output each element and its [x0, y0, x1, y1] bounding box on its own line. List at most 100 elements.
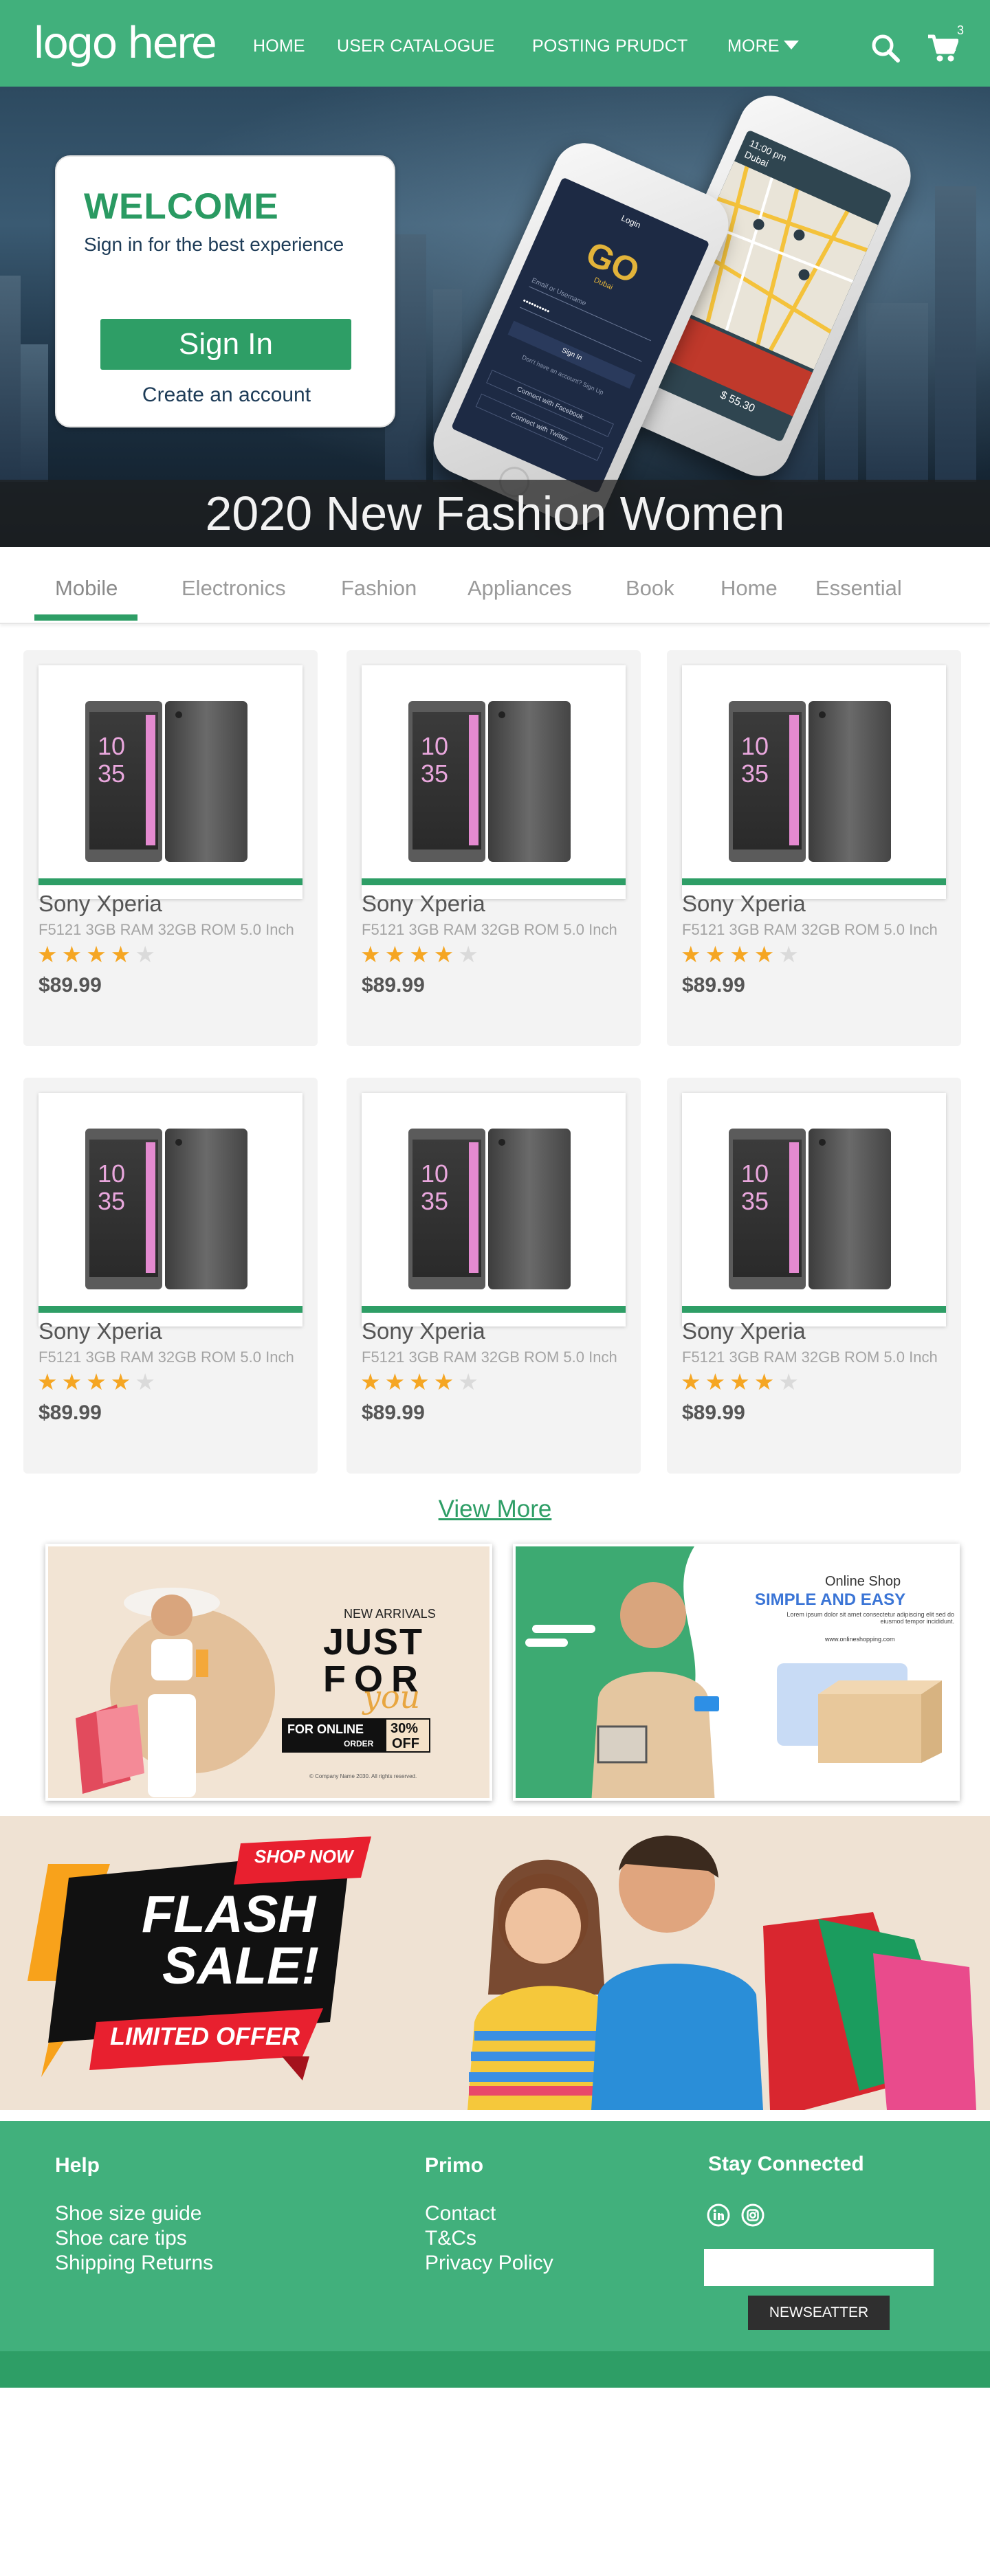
- phone-product-illustration: 10 35: [729, 1129, 891, 1289]
- star-empty-icon: ★: [458, 1369, 483, 1395]
- flash-label: FLASH: [142, 1885, 316, 1944]
- product-image: 10 35: [38, 1093, 302, 1326]
- product-rating: ★★★★★: [681, 1368, 803, 1395]
- promo-new-arrivals: NEW ARRIVALS: [344, 1607, 436, 1621]
- product-description: F5121 3GB RAM 32GB ROM 5.0 Inch: [38, 921, 294, 938]
- product-image: 10 35: [682, 1093, 946, 1326]
- product-accent-bar: [362, 1306, 626, 1313]
- create-account-link[interactable]: Create an account: [56, 384, 397, 407]
- tab-appliances[interactable]: Appliances: [468, 576, 572, 601]
- product-card[interactable]: 10 35 Sony Xperia F5121 3GB RAM 32GB ROM…: [23, 650, 318, 1046]
- clock-hour-text: 10: [98, 1159, 125, 1188]
- star-empty-icon: ★: [778, 942, 803, 967]
- site-footer: Help Shoe size guide Shoe care tips Ship…: [0, 2121, 990, 2351]
- flash-sale-banner[interactable]: SHOP NOW FLASH SALE! LIMITED OFFER: [0, 1816, 990, 2110]
- promo-banner-online-shop[interactable]: Online Shop SIMPLE AND EASY Lorem ipsum …: [513, 1544, 960, 1801]
- star-filled-icon: ★: [37, 1369, 62, 1395]
- star-filled-icon: ★: [754, 1369, 779, 1395]
- product-accent-bar: [362, 878, 626, 885]
- instagram-icon[interactable]: [741, 2203, 764, 2230]
- product-accent-bar: [682, 878, 946, 885]
- product-accent-bar: [38, 1306, 302, 1313]
- star-filled-icon: ★: [729, 942, 754, 967]
- nav-more[interactable]: MORE: [727, 36, 799, 56]
- star-filled-icon: ★: [729, 1369, 754, 1395]
- skyline-tower: [866, 303, 928, 482]
- nav-user-catalogue[interactable]: USER CATALOGUE: [337, 36, 495, 56]
- footer-link-shipping-returns[interactable]: Shipping Returns: [55, 2252, 213, 2275]
- product-card[interactable]: 10 35 Sony Xperia F5121 3GB RAM 32GB ROM…: [346, 650, 641, 1046]
- footer-bottom-bar: [0, 2351, 990, 2388]
- tab-home[interactable]: Home: [720, 576, 778, 601]
- product-description: F5121 3GB RAM 32GB ROM 5.0 Inch: [362, 921, 617, 938]
- product-card[interactable]: 10 35 Sony Xperia F5121 3GB RAM 32GB ROM…: [667, 1078, 961, 1474]
- limited-offer-label: LIMITED OFFER: [110, 2022, 300, 2050]
- tab-mobile[interactable]: Mobile: [55, 576, 118, 601]
- clock-hour-text: 10: [421, 732, 448, 760]
- product-image: 10 35: [38, 665, 302, 899]
- sign-in-button[interactable]: Sign In: [100, 319, 351, 370]
- promo-online: FOR ONLINE: [287, 1722, 364, 1736]
- footer-link-tcs[interactable]: T&Cs: [425, 2227, 476, 2250]
- star-empty-icon: ★: [778, 1369, 803, 1395]
- newsletter-button[interactable]: NEWSEATTER: [748, 2296, 890, 2330]
- happy-couple-illustration: [468, 1835, 976, 2110]
- welcome-subtitle: Sign in for the best experience: [84, 234, 344, 255]
- star-filled-icon: ★: [409, 1369, 434, 1395]
- phone-product-illustration: 10 35: [408, 1129, 571, 1289]
- tab-fashion[interactable]: Fashion: [341, 576, 417, 601]
- search-icon[interactable]: [870, 33, 901, 67]
- view-more-link[interactable]: View More: [0, 1496, 990, 1523]
- product-name: Sony Xperia: [362, 1318, 485, 1344]
- star-filled-icon: ★: [384, 1369, 410, 1395]
- tab-essential[interactable]: Essential: [815, 576, 902, 601]
- star-filled-icon: ★: [705, 942, 730, 967]
- clock-minute-text: 35: [98, 759, 125, 788]
- skyline-tower: [935, 186, 976, 482]
- star-filled-icon: ★: [384, 942, 410, 967]
- promo-you: you: [363, 1678, 421, 1716]
- promo-off: OFF: [392, 1736, 419, 1751]
- hero-caption-bar: 2020 New Fashion Women: [0, 480, 990, 547]
- product-rating: ★★★★★: [37, 1368, 160, 1395]
- footer-link-shoe-care-tips[interactable]: Shoe care tips: [55, 2227, 187, 2250]
- product-description: F5121 3GB RAM 32GB ROM 5.0 Inch: [38, 1348, 294, 1366]
- star-filled-icon: ★: [360, 942, 385, 967]
- nav-home[interactable]: HOME: [253, 36, 305, 56]
- footer-link-shoe-size-guide[interactable]: Shoe size guide: [55, 2202, 202, 2225]
- clock-hour-text: 10: [98, 732, 125, 760]
- promo-online-shop: Online Shop: [825, 1574, 901, 1589]
- promo-body: Lorem ipsum dolor sit amet consectetur a…: [786, 1611, 954, 1625]
- caret-down-icon: [783, 41, 799, 49]
- star-filled-icon: ★: [754, 942, 779, 967]
- footer-link-contact[interactable]: Contact: [425, 2202, 496, 2225]
- product-rating: ★★★★★: [681, 941, 803, 968]
- nav-posting-product[interactable]: POSTING PRUDCT: [532, 36, 688, 56]
- site-header: logo here HOME USER CATALOGUE POSTING PR…: [0, 0, 990, 87]
- phone-product-illustration: 10 35: [729, 701, 891, 862]
- newsletter-email-input[interactable]: [704, 2249, 934, 2286]
- linkedin-icon[interactable]: [707, 2203, 730, 2230]
- category-tabs: Mobile Electronics Fashion Appliances Bo…: [0, 558, 990, 624]
- promo-banner-new-arrivals[interactable]: NEW ARRIVALS JUST FOR you FOR ONLINE ORD…: [45, 1544, 492, 1801]
- hero-banner: 11:00 pm Dubai $ 55.30 Login GO Dubai Em…: [0, 87, 990, 547]
- product-image: 10 35: [362, 665, 626, 899]
- star-filled-icon: ★: [110, 1369, 135, 1395]
- footer-link-privacy-policy[interactable]: Privacy Policy: [425, 2252, 553, 2275]
- star-filled-icon: ★: [86, 1369, 111, 1395]
- star-filled-icon: ★: [86, 942, 111, 967]
- product-accent-bar: [682, 1306, 946, 1313]
- cart-icon[interactable]: [927, 33, 959, 67]
- tab-electronics[interactable]: Electronics: [182, 576, 286, 601]
- star-filled-icon: ★: [681, 942, 705, 967]
- product-card[interactable]: 10 35 Sony Xperia F5121 3GB RAM 32GB ROM…: [23, 1078, 318, 1474]
- star-filled-icon: ★: [433, 942, 459, 967]
- product-card[interactable]: 10 35 Sony Xperia F5121 3GB RAM 32GB ROM…: [667, 650, 961, 1046]
- logo[interactable]: logo here: [33, 19, 217, 67]
- product-name: Sony Xperia: [38, 1318, 162, 1344]
- clock-minute-text: 35: [741, 1187, 769, 1215]
- star-filled-icon: ★: [37, 942, 62, 967]
- clock-hour-text: 10: [741, 1159, 769, 1188]
- product-card[interactable]: 10 35 Sony Xperia F5121 3GB RAM 32GB ROM…: [346, 1078, 641, 1474]
- tab-book[interactable]: Book: [626, 576, 674, 601]
